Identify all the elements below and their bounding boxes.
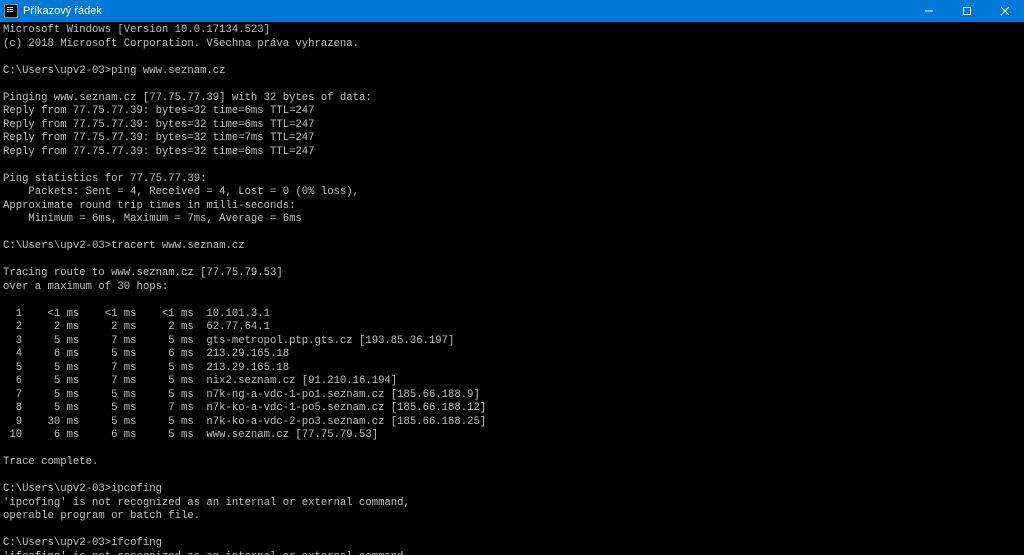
window-title: Příkazový řádek	[23, 5, 102, 17]
cmd-icon	[4, 4, 18, 18]
minimize-button[interactable]	[910, 0, 948, 22]
maximize-button[interactable]	[948, 0, 986, 22]
window-titlebar[interactable]: Příkazový řádek	[0, 0, 1024, 22]
terminal-output[interactable]: Microsoft Windows [Version 10.0.17134.52…	[0, 22, 1024, 555]
close-button[interactable]	[986, 0, 1024, 22]
